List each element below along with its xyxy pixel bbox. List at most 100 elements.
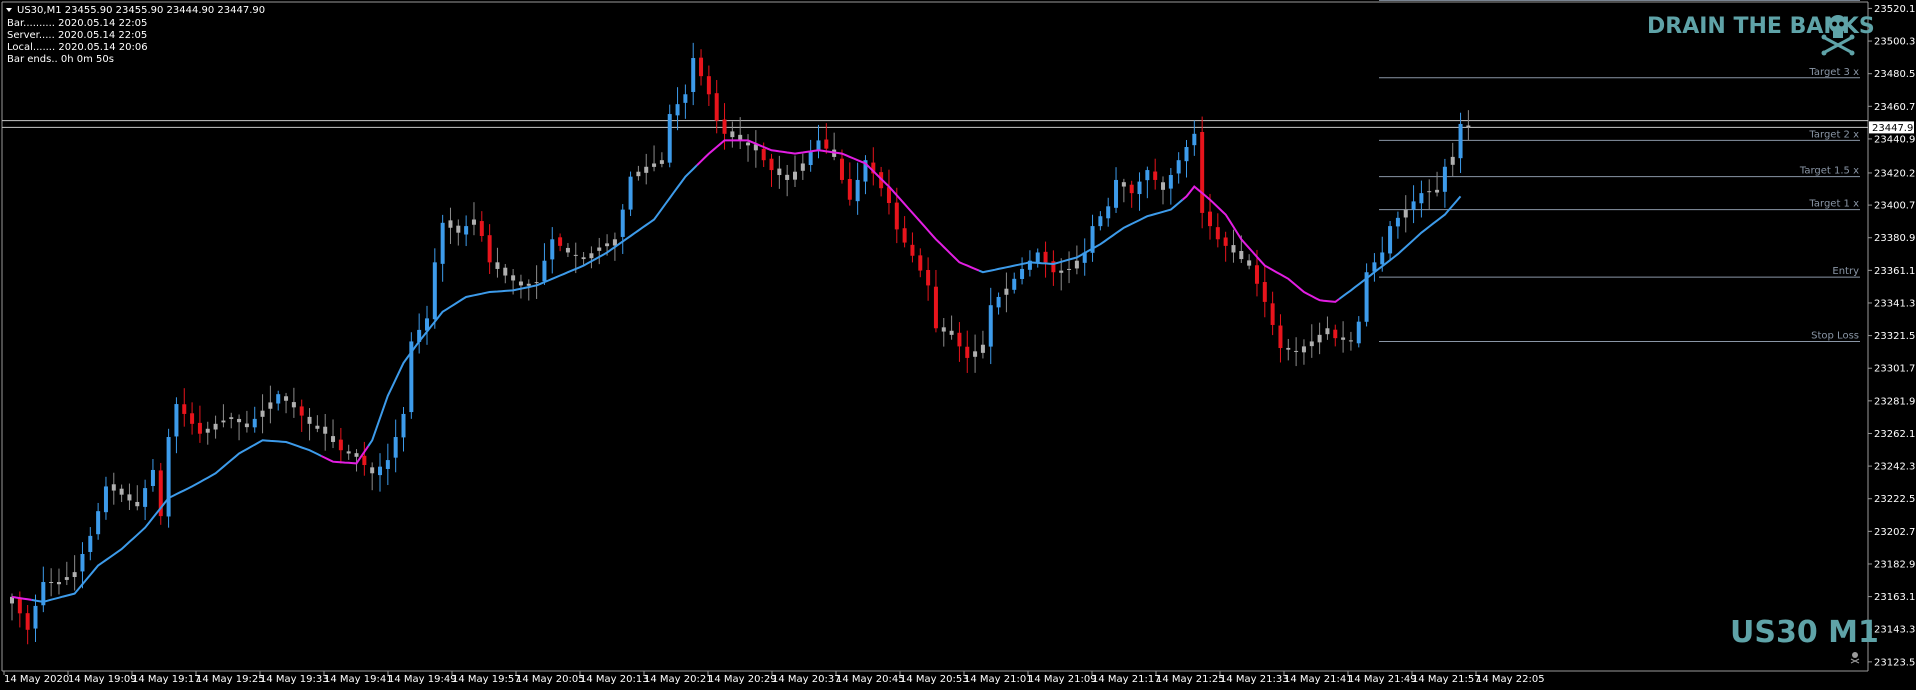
price-tick: 23222.55 bbox=[1868, 494, 1916, 505]
price-tick: 23480.50 bbox=[1868, 69, 1916, 80]
svg-text:14 May 19:49: 14 May 19:49 bbox=[388, 674, 457, 685]
svg-text:Target 1 x: Target 1 x bbox=[1808, 199, 1859, 210]
svg-text:23440.90: 23440.90 bbox=[1874, 134, 1916, 145]
time-tick: 14 May 20:53 bbox=[899, 671, 969, 685]
svg-text:14 May 19:09: 14 May 19:09 bbox=[68, 674, 137, 685]
time-tick: 14 May 21:17 bbox=[1091, 671, 1161, 685]
price-tick: 23202.75 bbox=[1868, 527, 1916, 538]
info-local-time: Local....... 2020.05.14 20:06 bbox=[7, 42, 148, 53]
price-tick: 23440.90 bbox=[1868, 134, 1916, 145]
info-bar-time: Bar.......... 2020.05.14 22:05 bbox=[7, 18, 147, 29]
candle bbox=[628, 171, 633, 216]
time-tick: 14 May 20:29 bbox=[707, 671, 777, 685]
time-tick: 14 May 21:09 bbox=[1027, 671, 1097, 685]
price-tick: 23163.15 bbox=[1868, 592, 1916, 603]
candle bbox=[1200, 116, 1205, 229]
price-tick: 23500.30 bbox=[1868, 37, 1916, 48]
svg-text:14 May 20:13: 14 May 20:13 bbox=[580, 674, 649, 685]
symbol-watermark: US30 M1 bbox=[1730, 615, 1879, 650]
svg-text:23380.95: 23380.95 bbox=[1874, 233, 1916, 244]
svg-text:14 May 19:41: 14 May 19:41 bbox=[324, 674, 393, 685]
svg-text:23460.70: 23460.70 bbox=[1874, 102, 1916, 113]
time-tick: 14 May 20:05 bbox=[515, 671, 585, 685]
current-price-tag: 23447.90 bbox=[1869, 121, 1916, 134]
time-tick: 14 May 20:45 bbox=[835, 671, 905, 685]
time-tick: 14 May 21:33 bbox=[1219, 671, 1289, 685]
svg-text:14 May 20:45: 14 May 20:45 bbox=[836, 674, 905, 685]
svg-text:23321.55: 23321.55 bbox=[1874, 331, 1916, 342]
svg-text:23222.55: 23222.55 bbox=[1874, 494, 1916, 505]
svg-text:14 May 21:41: 14 May 21:41 bbox=[1284, 674, 1353, 685]
svg-text:23123.55: 23123.55 bbox=[1874, 657, 1916, 668]
svg-text:14 May 20:37: 14 May 20:37 bbox=[772, 674, 841, 685]
price-tick: 23123.55 bbox=[1868, 657, 1916, 668]
candle bbox=[166, 428, 171, 528]
svg-text:Entry: Entry bbox=[1832, 266, 1859, 277]
svg-text:Stop Loss: Stop Loss bbox=[1811, 330, 1859, 341]
price-tick: 23301.75 bbox=[1868, 364, 1916, 375]
time-tick: 14 May 21:49 bbox=[1347, 671, 1417, 685]
time-tick: 14 May 19:17 bbox=[131, 671, 201, 685]
svg-text:23202.75: 23202.75 bbox=[1874, 527, 1916, 538]
time-tick: 14 May 20:21 bbox=[643, 671, 713, 685]
price-tick: 23321.55 bbox=[1868, 331, 1916, 342]
svg-text:14 May 20:53: 14 May 20:53 bbox=[900, 674, 969, 685]
time-tick: 14 May 19:57 bbox=[451, 671, 521, 685]
svg-text:14 May 21:57: 14 May 21:57 bbox=[1412, 674, 1481, 685]
svg-text:23480.50: 23480.50 bbox=[1874, 69, 1916, 80]
svg-text:23143.35: 23143.35 bbox=[1874, 625, 1916, 636]
info-bar-ends: Bar ends.. 0h 0m 50s bbox=[7, 54, 114, 65]
price-tick: 23520.10 bbox=[1868, 4, 1916, 15]
candle bbox=[1364, 263, 1369, 327]
price-axis[interactable]: 23520.10 23500.30 23480.50 23460.70 23440.90… bbox=[1868, 4, 1916, 668]
svg-text:14 May 22:05: 14 May 22:05 bbox=[1476, 674, 1545, 685]
price-tick: 23242.35 bbox=[1868, 462, 1916, 473]
svg-text:23520.10: 23520.10 bbox=[1874, 4, 1916, 15]
info-server-time: Server..... 2020.05.14 22:05 bbox=[7, 30, 147, 41]
svg-text:14 May 21:17: 14 May 21:17 bbox=[1092, 674, 1161, 685]
time-tick: 14 May 21:01 bbox=[963, 671, 1033, 685]
price-tick: 23281.95 bbox=[1868, 396, 1916, 407]
svg-text:23420.25: 23420.25 bbox=[1874, 168, 1916, 179]
time-axis[interactable]: 14 May 202014 May 19:0914 May 19:1714 Ma… bbox=[3, 671, 1545, 685]
svg-text:14 May 19:17: 14 May 19:17 bbox=[132, 674, 201, 685]
time-tick: 14 May 21:57 bbox=[1411, 671, 1481, 685]
time-tick: 14 May 21:25 bbox=[1155, 671, 1225, 685]
svg-text:14 May 21:49: 14 May 21:49 bbox=[1348, 674, 1417, 685]
svg-text:14 May 19:33: 14 May 19:33 bbox=[260, 674, 329, 685]
svg-text:23447.90: 23447.90 bbox=[1872, 123, 1916, 134]
svg-text:14 May 20:05: 14 May 20:05 bbox=[516, 674, 585, 685]
svg-text:23281.95: 23281.95 bbox=[1874, 396, 1916, 407]
svg-text:Target 1.5 x: Target 1.5 x bbox=[1799, 166, 1859, 177]
price-chart[interactable]: Target 4 xTarget 3 xTarget 2 xTarget 1.5… bbox=[0, 0, 1916, 690]
svg-text:14 May 19:25: 14 May 19:25 bbox=[196, 674, 265, 685]
svg-text:14 May 20:29: 14 May 20:29 bbox=[708, 674, 777, 685]
price-tick: 23460.70 bbox=[1868, 102, 1916, 113]
time-tick: 14 May 2020 bbox=[3, 671, 69, 685]
svg-text:14 May 21:25: 14 May 21:25 bbox=[1156, 674, 1225, 685]
price-tick: 23361.15 bbox=[1868, 266, 1916, 277]
price-tick: 23182.95 bbox=[1868, 559, 1916, 570]
svg-text:23400.75: 23400.75 bbox=[1874, 201, 1916, 212]
time-tick: 14 May 19:33 bbox=[259, 671, 329, 685]
time-tick: 14 May 21:41 bbox=[1283, 671, 1353, 685]
price-tick: 23400.75 bbox=[1868, 201, 1916, 212]
svg-text:23163.15: 23163.15 bbox=[1874, 592, 1916, 603]
svg-text:Target 2 x: Target 2 x bbox=[1808, 129, 1859, 140]
svg-text:14 May 20:21: 14 May 20:21 bbox=[644, 674, 713, 685]
svg-text:14 May 21:33: 14 May 21:33 bbox=[1220, 674, 1289, 685]
price-tick: 23262.15 bbox=[1868, 429, 1916, 440]
svg-text:23262.15: 23262.15 bbox=[1874, 429, 1916, 440]
price-tick: 23420.25 bbox=[1868, 168, 1916, 179]
candle bbox=[158, 462, 163, 525]
svg-text:23361.15: 23361.15 bbox=[1874, 266, 1916, 277]
svg-text:23341.35: 23341.35 bbox=[1874, 298, 1916, 309]
svg-text:23242.35: 23242.35 bbox=[1874, 462, 1916, 473]
time-tick: 14 May 19:09 bbox=[67, 671, 137, 685]
svg-text:14 May 21:09: 14 May 21:09 bbox=[1028, 674, 1097, 685]
time-tick: 14 May 19:41 bbox=[323, 671, 393, 685]
candle bbox=[409, 332, 414, 419]
time-tick: 14 May 20:37 bbox=[771, 671, 841, 685]
price-tick: 23380.95 bbox=[1868, 233, 1916, 244]
svg-text:14 May 19:57: 14 May 19:57 bbox=[452, 674, 521, 685]
